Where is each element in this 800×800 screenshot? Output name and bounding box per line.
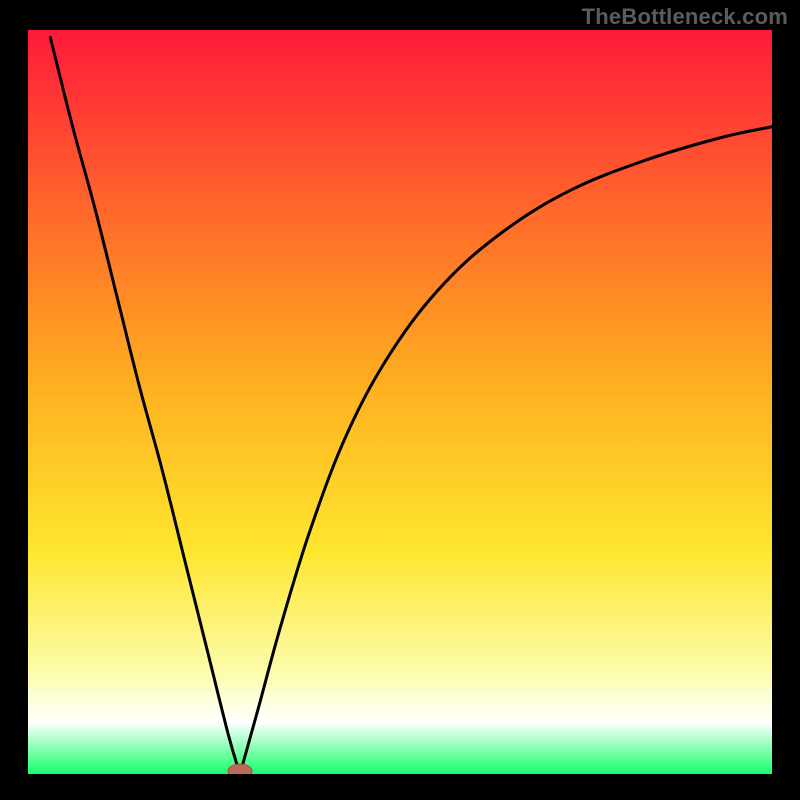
- plot-area: [28, 30, 772, 774]
- bottleneck-chart: [28, 30, 772, 774]
- gradient-background: [28, 30, 772, 774]
- chart-frame: TheBottleneck.com: [0, 0, 800, 800]
- minimum-marker: [228, 764, 252, 774]
- watermark-text: TheBottleneck.com: [582, 4, 788, 30]
